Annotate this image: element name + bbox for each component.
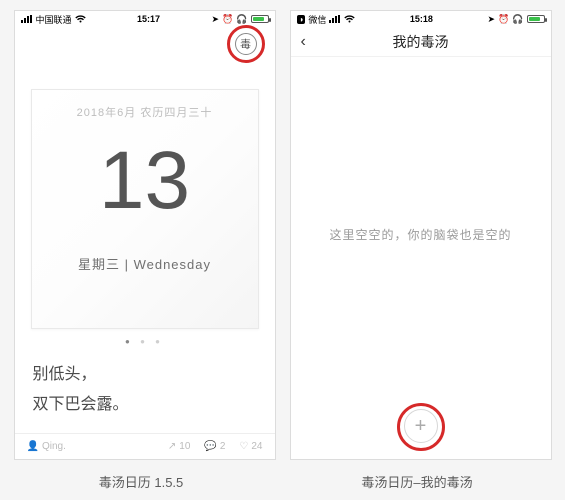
share-button[interactable]: ↗ 10 [168,441,191,452]
headphone-icon: 🎧 [236,14,247,25]
du-button-label: 毒 [240,36,251,52]
page-indicator: ● ● ● [15,337,275,346]
alarm-icon: ⏰ [222,14,233,25]
empty-state-text: 这里空空的，你的脑袋也是空的 [291,226,551,243]
du-button[interactable]: 毒 [235,33,257,55]
clock: 15:17 [137,14,160,24]
status-bar: ◑ 微信 15:18 ➤ ⏰ 🎧 [291,11,551,27]
person-icon: 👤 [27,441,39,452]
battery-icon [527,15,545,23]
battery-icon [251,15,269,23]
clock: 15:18 [410,14,433,24]
app-badge-icon: ◑ [297,15,306,24]
nav-arrow-icon: ➤ [488,14,496,25]
quote-line-1: 别低头， [33,360,257,390]
quote-block: 别低头， 双下巴会露。 [33,360,257,421]
screen-calendar: 中国联通 15:17 ➤ ⏰ 🎧 毒 2018年6月 农历四月三十 13 星期三… [14,10,276,460]
status-bar: 中国联通 15:17 ➤ ⏰ 🎧 [15,11,275,27]
wifi-icon [75,15,86,23]
carrier-label: 中国联通 [36,13,72,26]
add-button[interactable]: + [404,409,438,443]
nav-title: 我的毒汤 [393,32,449,52]
bottom-bar: 👤 Qing. ↗ 10 💬 2 ♡ 24 [15,433,275,459]
date-line: 2018年6月 农历四月三十 [32,104,258,120]
headphone-icon: 🎧 [512,14,523,25]
screen-my-dutang: ◑ 微信 15:18 ➤ ⏰ 🎧 ‹ 我的毒汤 这里空空的，你的脑袋也是空的 [290,10,552,460]
back-button[interactable]: ‹ [301,33,306,51]
nav-bar: ‹ 我的毒汤 [291,27,551,57]
heart-icon: ♡ [239,441,248,452]
comment-icon: 💬 [204,441,216,452]
share-icon: ↗ [168,441,176,452]
caption-right: 毒汤日历–我的毒汤 [286,472,548,491]
like-button[interactable]: ♡ 24 [239,441,262,452]
nav-arrow-icon: ➤ [212,14,220,25]
day-number: 13 [32,136,258,226]
comment-button[interactable]: 💬 2 [204,441,225,452]
signal-icon [21,15,33,23]
plus-icon: + [415,415,427,438]
carrier-label: 微信 [308,13,326,26]
weekday-label: 星期三 | Wednesday [32,254,258,273]
alarm-icon: ⏰ [498,14,509,25]
signal-icon [329,15,341,23]
wifi-icon [344,15,355,23]
quote-line-2: 双下巴会露。 [33,390,257,420]
caption-left: 毒汤日历 1.5.5 [10,472,272,491]
date-card[interactable]: 2018年6月 农历四月三十 13 星期三 | Wednesday [31,89,259,329]
author-label[interactable]: 👤 Qing. [27,441,66,452]
